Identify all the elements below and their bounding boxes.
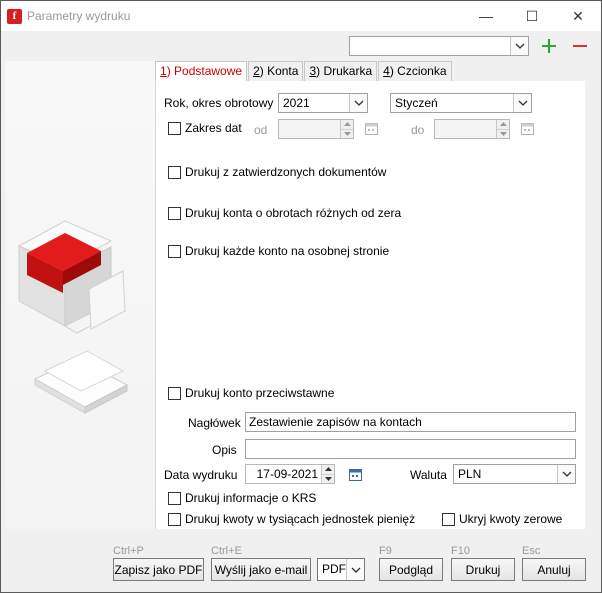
- rok-value: 2021: [283, 96, 310, 110]
- checkbox-box[interactable]: [442, 512, 455, 526]
- print-parameters-window: f Parametry wydruku — ☐ ✕ 1) Podstawowe …: [0, 0, 602, 593]
- zatwierdzone-label: Drukuj z zatwierdzonych dokumentów: [185, 165, 387, 179]
- dialog-body: 1) Podstawowe 2) Konta 3) Drukarka 4) Cz…: [1, 31, 601, 592]
- krs-label: Drukuj informacje o KRS: [185, 491, 317, 505]
- ukryj-zerowe-checkbox[interactable]: Ukryj kwoty zerowe: [442, 512, 562, 526]
- send-email-button[interactable]: Wyślij jako e-mail: [211, 558, 311, 581]
- print-shortcut: F10: [451, 545, 470, 557]
- tab-podstawowe[interactable]: 1) Podstawowe: [155, 61, 248, 82]
- checkbox-box[interactable]: [168, 165, 181, 179]
- tysiace-label: Drukuj kwoty w tysiącach jednostek pieni…: [185, 512, 416, 526]
- calendar-icon[interactable]: [364, 121, 379, 136]
- opis-label: Opis: [212, 443, 237, 457]
- przeciwstawne-label: Drukuj konto przeciwstawne: [185, 386, 335, 400]
- spin-up-icon[interactable]: [497, 120, 509, 130]
- tab-konta[interactable]: 2) Konta: [248, 61, 304, 81]
- zakres-dat-label: Zakres dat: [185, 121, 242, 135]
- spin-down-icon[interactable]: [341, 129, 353, 138]
- calendar-icon[interactable]: [348, 467, 363, 482]
- tab-czcionka-key: 4: [383, 64, 390, 78]
- osobna-strona-checkbox[interactable]: Drukuj każde konto na osobnej stronie: [168, 244, 389, 258]
- tab-drukarka-label: ) Drukarka: [316, 64, 373, 78]
- spin-up-icon[interactable]: [322, 465, 334, 475]
- naglowek-input[interactable]: Zestawienie zapisów na kontach: [245, 412, 576, 432]
- rok-label: Rok, okres obrotowy: [164, 96, 274, 110]
- printer-illustration: [17, 220, 129, 414]
- opis-input[interactable]: [245, 439, 576, 459]
- minus-icon[interactable]: [572, 38, 588, 54]
- waluta-select[interactable]: PLN: [453, 464, 576, 484]
- preview-button[interactable]: Podgląd: [379, 558, 443, 581]
- tab-czcionka-label: ) Czcionka: [389, 64, 447, 78]
- chevron-down-icon[interactable]: [346, 559, 364, 580]
- maximize-button[interactable]: ☐: [509, 1, 555, 31]
- waluta-label: Waluta: [410, 468, 447, 482]
- email-shortcut: Ctrl+E: [211, 545, 242, 557]
- do-label: do: [411, 123, 425, 137]
- plus-icon[interactable]: [541, 38, 557, 54]
- chevron-down-icon[interactable]: [557, 465, 575, 483]
- chevron-down-icon[interactable]: [513, 94, 531, 112]
- tysiace-checkbox[interactable]: Drukuj kwoty w tysiącach jednostek pieni…: [168, 512, 416, 526]
- ukryj-zerowe-label: Ukryj kwoty zerowe: [459, 512, 563, 526]
- checkbox-box[interactable]: [168, 206, 181, 220]
- cancel-shortcut: Esc: [522, 545, 541, 557]
- obroty-checkbox[interactable]: Drukuj konta o obrotach różnych od zera: [168, 206, 401, 220]
- pdf-shortcut: Ctrl+P: [113, 545, 144, 557]
- data-wydruku-spinner[interactable]: [321, 465, 334, 483]
- tab-drukarka[interactable]: 3) Drukarka: [304, 61, 378, 81]
- checkbox-box[interactable]: [168, 386, 181, 400]
- export-format-select[interactable]: PDF: [317, 558, 365, 581]
- printer-illustration-panel: [5, 61, 155, 529]
- rok-select[interactable]: 2021: [278, 93, 368, 113]
- date-from-spinner[interactable]: [340, 120, 353, 138]
- naglowek-label: Nagłówek: [188, 416, 241, 430]
- window-title: Parametry wydruku: [27, 9, 131, 23]
- cancel-button[interactable]: Anuluj: [522, 558, 586, 581]
- tab-konta-key: 2: [253, 64, 260, 78]
- przeciwstawne-checkbox[interactable]: Drukuj konto przeciwstawne: [168, 386, 334, 400]
- od-label: od: [254, 123, 268, 137]
- tab-podstawowe-key: 1: [160, 64, 167, 78]
- checkbox-box[interactable]: [168, 244, 181, 258]
- obroty-label: Drukuj konta o obrotach różnych od zera: [185, 206, 402, 220]
- tab-panel-podstawowe: Rok, okres obrotowy 2021 Styczeń Zakres …: [155, 81, 585, 529]
- date-to-spinner[interactable]: [496, 120, 509, 138]
- zatwierdzone-checkbox[interactable]: Drukuj z zatwierdzonych dokumentów: [168, 165, 386, 179]
- checkbox-box[interactable]: [168, 121, 181, 135]
- krs-checkbox[interactable]: Drukuj informacje o KRS: [168, 491, 316, 505]
- data-wydruku-value: 17-09-2021: [256, 467, 318, 481]
- data-wydruku-label: Data wydruku: [164, 468, 238, 482]
- date-from-field[interactable]: [278, 119, 354, 139]
- spin-down-icon[interactable]: [497, 129, 509, 138]
- chevron-down-icon[interactable]: [510, 37, 528, 55]
- preview-shortcut: F9: [379, 545, 392, 557]
- close-button[interactable]: ✕: [555, 1, 601, 31]
- title-bar[interactable]: f Parametry wydruku — ☐ ✕: [1, 1, 601, 31]
- data-wydruku-field[interactable]: 17-09-2021: [245, 464, 335, 484]
- osobna-strona-label: Drukuj każde konto na osobnej stronie: [185, 244, 390, 258]
- date-to-field[interactable]: [434, 119, 510, 139]
- spin-up-icon[interactable]: [341, 120, 353, 130]
- export-format-value: PDF: [322, 562, 346, 576]
- print-button[interactable]: Drukuj: [451, 558, 515, 581]
- tab-czcionka[interactable]: 4) Czcionka: [378, 61, 452, 81]
- spin-down-icon[interactable]: [322, 474, 334, 483]
- save-pdf-button[interactable]: Zapisz jako PDF: [113, 558, 204, 581]
- tab-strip: 1) Podstawowe 2) Konta 3) Drukarka 4) Cz…: [155, 61, 453, 82]
- zakres-dat-checkbox[interactable]: Zakres dat: [168, 121, 242, 135]
- app-logo-icon: f: [7, 9, 22, 24]
- checkbox-box[interactable]: [168, 491, 181, 505]
- minimize-button[interactable]: —: [463, 1, 509, 31]
- waluta-value: PLN: [458, 467, 482, 481]
- print-profile-select[interactable]: [349, 36, 529, 56]
- checkbox-box[interactable]: [168, 512, 181, 526]
- chevron-down-icon[interactable]: [349, 94, 367, 112]
- calendar-icon[interactable]: [520, 121, 535, 136]
- miesiac-select[interactable]: Styczeń: [390, 93, 532, 113]
- tab-podstawowe-label: ) Podstawowe: [166, 64, 243, 78]
- tab-konta-label: ) Konta: [259, 64, 299, 78]
- miesiac-value: Styczeń: [395, 96, 438, 110]
